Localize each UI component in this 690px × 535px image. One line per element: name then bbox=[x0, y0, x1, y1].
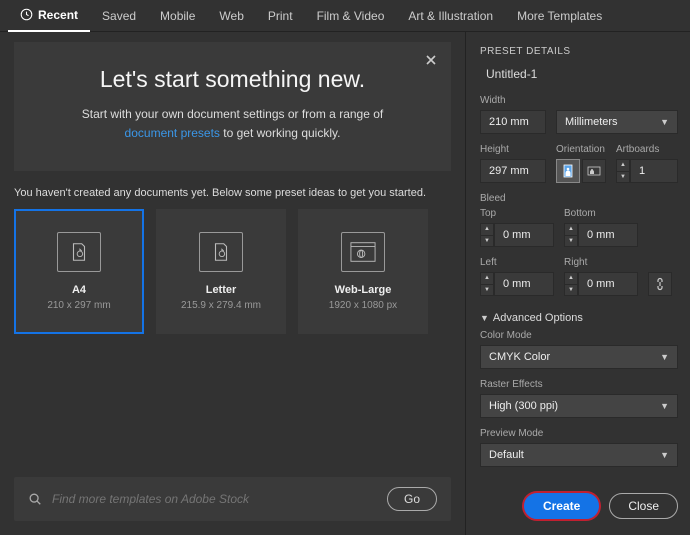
bottom-stepper[interactable]: ▲▼ bbox=[564, 223, 578, 247]
preset-details-title: PRESET DETAILS bbox=[480, 46, 678, 57]
orientation-label: Orientation bbox=[556, 144, 606, 155]
chevron-down-icon: ▼ bbox=[660, 352, 669, 362]
left-stepper[interactable]: ▲▼ bbox=[480, 272, 494, 296]
bottom-label: Bottom bbox=[564, 208, 638, 219]
close-button[interactable]: Close bbox=[609, 493, 678, 519]
width-label: Width bbox=[480, 95, 678, 106]
tabs-bar: Recent Saved Mobile Web Print Film & Vid… bbox=[0, 0, 690, 32]
top-stepper[interactable]: ▲▼ bbox=[480, 223, 494, 247]
chevron-down-icon: ▼ bbox=[480, 313, 489, 323]
color-mode-dropdown[interactable]: CMYK Color▼ bbox=[480, 345, 678, 369]
hero-title: Let's start something new. bbox=[38, 66, 427, 93]
artboards-label: Artboards bbox=[616, 144, 678, 155]
page-icon bbox=[57, 232, 101, 272]
raster-effects-dropdown[interactable]: High (300 ppi)▼ bbox=[480, 394, 678, 418]
preset-details-panel: PRESET DETAILS Untitled-1 Width 210 mm M… bbox=[465, 32, 690, 535]
card-title: Letter bbox=[206, 284, 237, 296]
link-bleed-icon[interactable] bbox=[648, 272, 672, 296]
orientation-portrait[interactable] bbox=[556, 159, 580, 183]
bleed-top-input[interactable]: 0 mm bbox=[494, 223, 554, 247]
artboards-stepper[interactable]: ▲▼ bbox=[616, 159, 630, 183]
preset-cards: A4 210 x 297 mm Letter 215.9 x 279.4 mm … bbox=[14, 209, 451, 334]
right-stepper[interactable]: ▲▼ bbox=[564, 272, 578, 296]
bleed-bottom-input[interactable]: 0 mm bbox=[578, 223, 638, 247]
hero-subtitle: Start with your own document settings or… bbox=[38, 105, 427, 143]
bleed-left-input[interactable]: 0 mm bbox=[494, 272, 554, 296]
card-dimensions: 1920 x 1080 px bbox=[329, 300, 397, 311]
chevron-down-icon: ▼ bbox=[660, 450, 669, 460]
clock-icon bbox=[20, 8, 33, 21]
card-dimensions: 215.9 x 279.4 mm bbox=[181, 300, 261, 311]
chevron-down-icon: ▼ bbox=[660, 401, 669, 411]
tab-art-illustration[interactable]: Art & Illustration bbox=[396, 1, 505, 31]
web-icon bbox=[341, 232, 385, 272]
tab-mobile[interactable]: Mobile bbox=[148, 1, 207, 31]
bleed-label: Bleed bbox=[480, 193, 678, 204]
preset-name[interactable]: Untitled-1 bbox=[486, 67, 678, 81]
create-button[interactable]: Create bbox=[524, 493, 599, 519]
preset-card-letter[interactable]: Letter 215.9 x 279.4 mm bbox=[156, 209, 286, 334]
orientation-landscape[interactable] bbox=[582, 159, 606, 183]
advanced-options-toggle[interactable]: ▼ Advanced Options bbox=[480, 312, 678, 324]
height-label: Height bbox=[480, 144, 546, 155]
tab-more-templates[interactable]: More Templates bbox=[505, 1, 614, 31]
preview-mode-label: Preview Mode bbox=[480, 428, 678, 439]
card-title: Web-Large bbox=[335, 284, 392, 296]
preset-ideas-subhead: You haven't created any documents yet. B… bbox=[14, 187, 451, 199]
width-input[interactable]: 210 mm bbox=[480, 110, 546, 134]
card-title: A4 bbox=[72, 284, 86, 296]
tab-film-video[interactable]: Film & Video bbox=[305, 1, 397, 31]
artboards-input[interactable]: 1 bbox=[630, 159, 678, 183]
tab-print[interactable]: Print bbox=[256, 1, 305, 31]
document-presets-link[interactable]: document presets bbox=[125, 126, 220, 140]
hero-banner: Let's start something new. Start with yo… bbox=[14, 42, 451, 171]
chevron-down-icon: ▼ bbox=[660, 117, 669, 127]
height-input[interactable]: 297 mm bbox=[480, 159, 546, 183]
search-icon bbox=[28, 492, 42, 506]
raster-effects-label: Raster Effects bbox=[480, 379, 678, 390]
tab-saved[interactable]: Saved bbox=[90, 1, 148, 31]
preview-mode-dropdown[interactable]: Default▼ bbox=[480, 443, 678, 467]
left-label: Left bbox=[480, 257, 554, 268]
close-icon[interactable] bbox=[421, 50, 441, 70]
search-row: Go bbox=[14, 477, 451, 521]
tab-web[interactable]: Web bbox=[207, 1, 255, 31]
units-dropdown[interactable]: Millimeters ▼ bbox=[556, 110, 678, 134]
tab-label: Recent bbox=[38, 8, 78, 22]
left-panel: Let's start something new. Start with yo… bbox=[0, 32, 465, 535]
go-button[interactable]: Go bbox=[387, 487, 437, 511]
search-input[interactable] bbox=[52, 492, 377, 506]
top-label: Top bbox=[480, 208, 554, 219]
right-label: Right bbox=[564, 257, 638, 268]
bleed-right-input[interactable]: 0 mm bbox=[578, 272, 638, 296]
tab-recent[interactable]: Recent bbox=[8, 0, 90, 32]
footer-buttons: Create Close bbox=[480, 479, 678, 535]
page-icon bbox=[199, 232, 243, 272]
preset-card-web-large[interactable]: Web-Large 1920 x 1080 px bbox=[298, 209, 428, 334]
card-dimensions: 210 x 297 mm bbox=[47, 300, 110, 311]
preset-card-a4[interactable]: A4 210 x 297 mm bbox=[14, 209, 144, 334]
color-mode-label: Color Mode bbox=[480, 330, 678, 341]
